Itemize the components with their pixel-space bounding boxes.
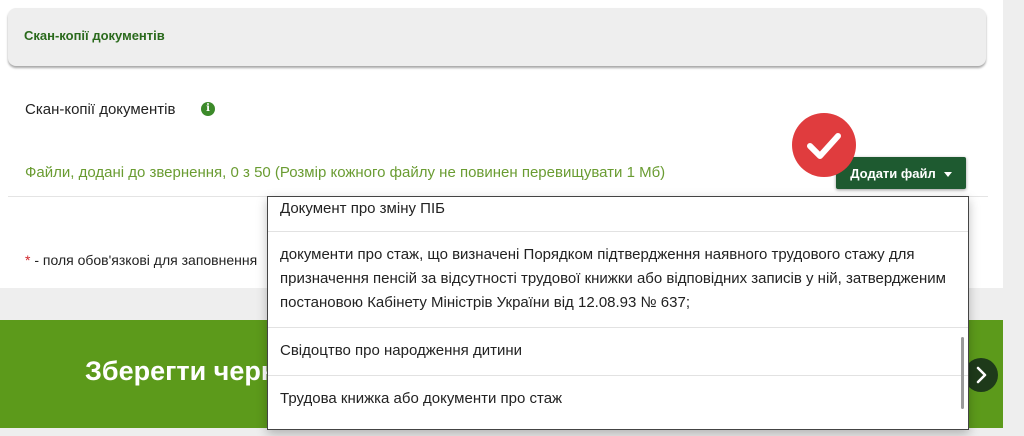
chevron-right-icon[interactable] — [964, 358, 998, 392]
dropdown-item-service-documents[interactable]: документи про стаж, що визначені Порядко… — [268, 243, 960, 315]
dropdown-separator — [268, 327, 968, 328]
caret-down-icon — [943, 171, 952, 177]
dropdown-scrollbar[interactable] — [961, 337, 964, 409]
field-label: Скан-копії документів — [25, 101, 176, 118]
dropdown-item-birth-certificate[interactable]: Свідоцтво про народження дитини — [268, 339, 960, 363]
dropdown-separator — [268, 375, 968, 376]
file-type-dropdown[interactable]: Документ про зміну ПІБ документи про ста… — [267, 196, 969, 430]
required-note-text: - поля обов'язкові для заповнення — [30, 252, 258, 268]
add-file-label: Додати файл — [850, 165, 936, 181]
checkmark-badge-icon — [792, 113, 856, 177]
dropdown-separator — [268, 231, 968, 232]
dropdown-item-work-record-book[interactable]: Трудова книжка або документи про стаж — [268, 387, 960, 411]
info-icon[interactable]: i — [201, 102, 215, 116]
files-info-text: Файли, додані до звернення, 0 з 50 (Розм… — [25, 164, 666, 181]
section-title: Скан-копії документів — [24, 28, 165, 43]
section-header: Скан-копії документів — [8, 8, 986, 66]
dropdown-item-name-change[interactable]: Документ про зміну ПІБ — [268, 197, 960, 221]
required-note: * - поля обов'язкові для заповнення — [25, 252, 257, 268]
